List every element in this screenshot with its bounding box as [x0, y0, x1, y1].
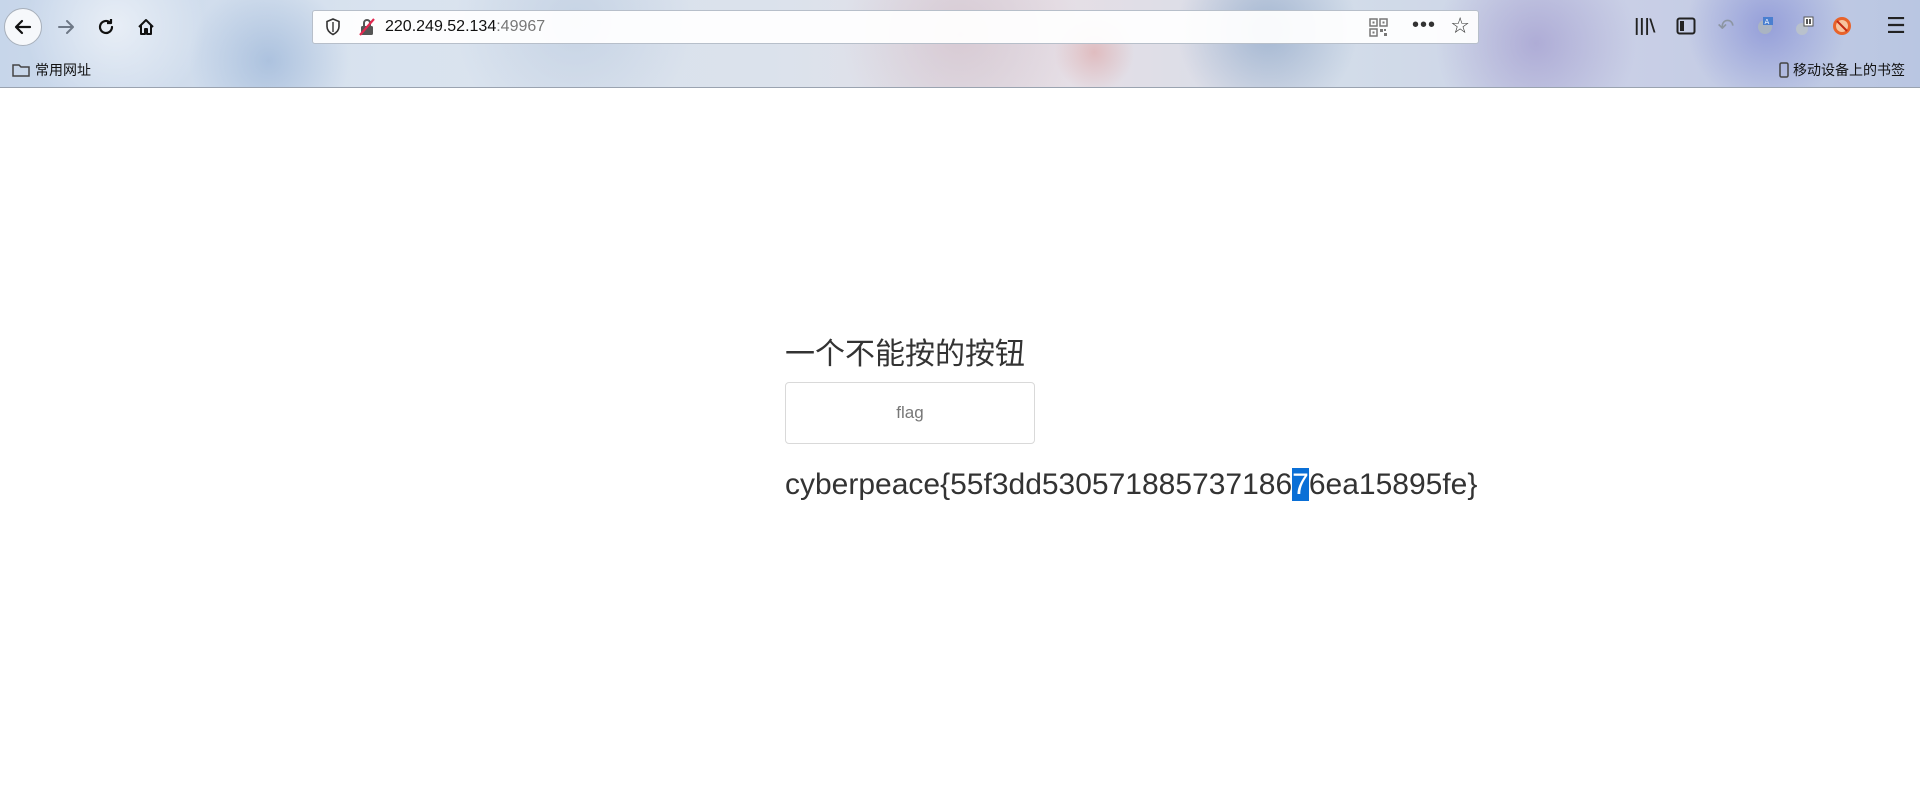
- address-bar[interactable]: 220.249.52.134:49967 ••• ☆: [312, 10, 1479, 44]
- home-button[interactable]: [130, 11, 162, 43]
- tracking-protection-shield-icon[interactable]: [323, 17, 343, 37]
- url-port: :49967: [496, 18, 546, 35]
- extension-puzzle-icon[interactable]: [1792, 14, 1816, 38]
- qr-code-icon[interactable]: [1369, 18, 1388, 37]
- page-title: 一个不能按的按钮: [785, 337, 1025, 372]
- folder-icon: [12, 64, 30, 77]
- insecure-connection-lock-icon[interactable]: [357, 17, 377, 37]
- bookmark-folder-common-sites[interactable]: 常用网址: [12, 60, 91, 80]
- mobile-bookmarks-label: 移动设备上的书签: [1793, 62, 1905, 78]
- flag-text[interactable]: cyberpeace{55f3dd53057188573718676ea1589…: [785, 468, 1477, 502]
- flag-text-after: 6ea15895fe}: [1308, 468, 1478, 501]
- flag-text-before: cyberpeace{55f3dd530571885737186: [785, 468, 1293, 501]
- extension-translate-icon[interactable]: A: [1753, 14, 1777, 38]
- page-actions-more-icon[interactable]: •••: [1412, 14, 1436, 37]
- flag-text-selection: 7: [1292, 468, 1309, 501]
- mobile-bookmarks-folder[interactable]: 移动设备上的书签: [1779, 60, 1905, 80]
- browser-toolbar: 220.249.52.134:49967 ••• ☆ |||\ ↶ A ☰ 常用…: [0, 0, 1920, 88]
- forward-button[interactable]: [50, 11, 82, 43]
- reload-icon: [98, 19, 114, 35]
- back-arrow-icon: [14, 19, 32, 35]
- svg-text:A: A: [1765, 18, 1770, 26]
- page-content: 一个不能按的按钮 flag cyberpeace{55f3dd530571885…: [785, 336, 1477, 502]
- url-host: 220.249.52.134: [385, 18, 497, 35]
- url-text[interactable]: 220.249.52.134:49967: [385, 18, 545, 36]
- back-button[interactable]: [4, 8, 42, 46]
- bookmark-star-icon[interactable]: ☆: [1450, 14, 1470, 39]
- home-icon: [138, 19, 154, 35]
- extension-block-icon[interactable]: [1830, 14, 1854, 38]
- bookmark-folder-label: 常用网址: [35, 62, 91, 78]
- bookmarks-toolbar: 常用网址 移动设备上的书签: [0, 56, 1920, 86]
- sidebar-toggle-icon[interactable]: [1674, 14, 1698, 38]
- reload-button[interactable]: [90, 11, 122, 43]
- flag-button[interactable]: flag: [785, 382, 1035, 444]
- library-icon[interactable]: |||\: [1632, 14, 1656, 38]
- hamburger-menu-icon[interactable]: ☰: [1884, 14, 1908, 39]
- mobile-device-icon: [1779, 62, 1789, 78]
- forward-arrow-icon: [58, 20, 74, 34]
- undo-icon[interactable]: ↶: [1714, 14, 1738, 38]
